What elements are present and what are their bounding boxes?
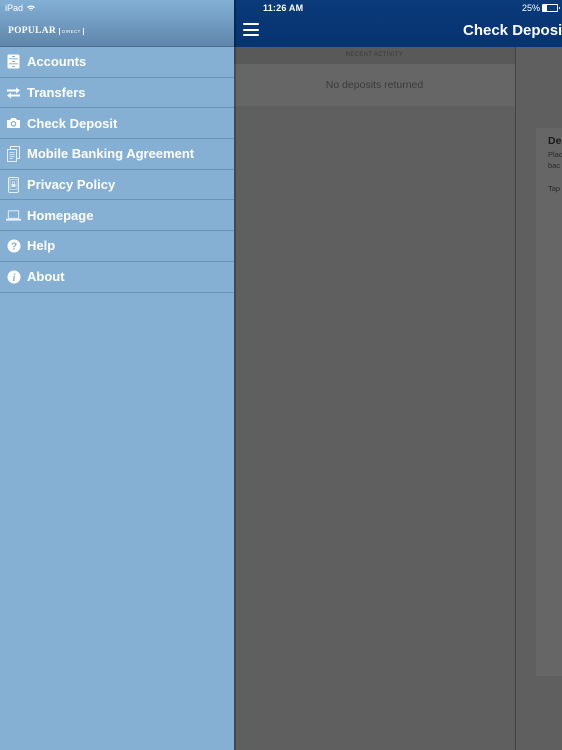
card-text-line: Plac [548,150,562,159]
hamburger-icon-line [243,23,259,25]
phone-lock-icon [6,176,21,193]
sidebar-item-label: Privacy Policy [27,177,116,193]
deposit-instructions-card: De Plac bac Tap [536,128,562,676]
document-icon [6,145,21,162]
sidebar-menu: iPad POPULAR DIRECT Accounts Transfers C… [0,0,234,750]
sidebar-header: iPad POPULAR DIRECT [0,0,234,47]
page-title: Check Deposit [463,22,562,39]
wifi-icon [27,5,36,11]
hamburger-icon-line [243,28,259,31]
recent-activity-header: RECENT ACTIVITY [234,47,515,64]
sidebar-item-label: Help [27,238,56,254]
battery-status: 25% [521,3,560,13]
logo-main-text: POPULAR [8,26,57,36]
device-status: iPad [5,3,36,13]
sidebar-item-check-deposit[interactable]: Check Deposit [0,108,234,140]
sidebar-edge-shadow [234,0,236,750]
sidebar-item-label: Mobile Banking Agreement [27,146,195,162]
status-time: 11:26 AM [263,3,304,13]
menu-toggle-button[interactable] [243,23,259,36]
logo-sub-text: DIRECT [59,27,84,35]
info-icon: i [6,269,21,284]
sidebar-item-label: Homepage [27,207,94,223]
popular-direct-logo: POPULAR DIRECT [8,26,84,36]
camera-icon [6,116,21,131]
hamburger-icon-line [243,34,259,36]
sidebar-item-help[interactable]: ? Help [0,231,234,262]
empty-state-message: No deposits returned [234,64,515,106]
recent-activity-pane: RECENT ACTIVITY No deposits returned [234,47,515,750]
battery-icon [542,4,560,12]
pane-divider [515,47,516,750]
sidebar-item-label: Check Deposit [27,115,118,131]
battery-percent: 25% [521,3,540,13]
sidebar-item-label: Transfers [27,85,86,101]
sidebar-item-transfers[interactable]: Transfers [0,78,234,109]
sidebar-item-label: About [27,269,65,285]
sidebar-item-mobile-banking-agreement[interactable]: Mobile Banking Agreement [0,139,234,170]
device-name: iPad [5,3,24,13]
laptop-icon [6,208,21,223]
sidebar-item-about[interactable]: i About [0,262,234,293]
sidebar-item-homepage[interactable]: Homepage [0,200,234,232]
sidebar-item-label: Accounts [27,54,87,70]
card-text-line: Tap [548,184,561,193]
sidebar-item-privacy-policy[interactable]: Privacy Policy [0,170,234,201]
svg-text:?: ? [10,241,16,252]
card-text-line: bac [548,161,561,170]
main-content: 11:26 AM 25% Check Deposit RECENT ACTIVI… [234,0,562,750]
nav-bar: 11:26 AM 25% Check Deposit [234,0,562,47]
card-title: De [548,135,562,147]
svg-text:i: i [12,272,15,283]
sidebar-menu-list: Accounts Transfers Check Deposit Mobile … [0,47,234,293]
transfer-arrows-icon [6,85,21,100]
sidebar-item-accounts[interactable]: Accounts [0,47,234,78]
accounts-icon [6,54,21,69]
question-icon: ? [6,238,21,253]
